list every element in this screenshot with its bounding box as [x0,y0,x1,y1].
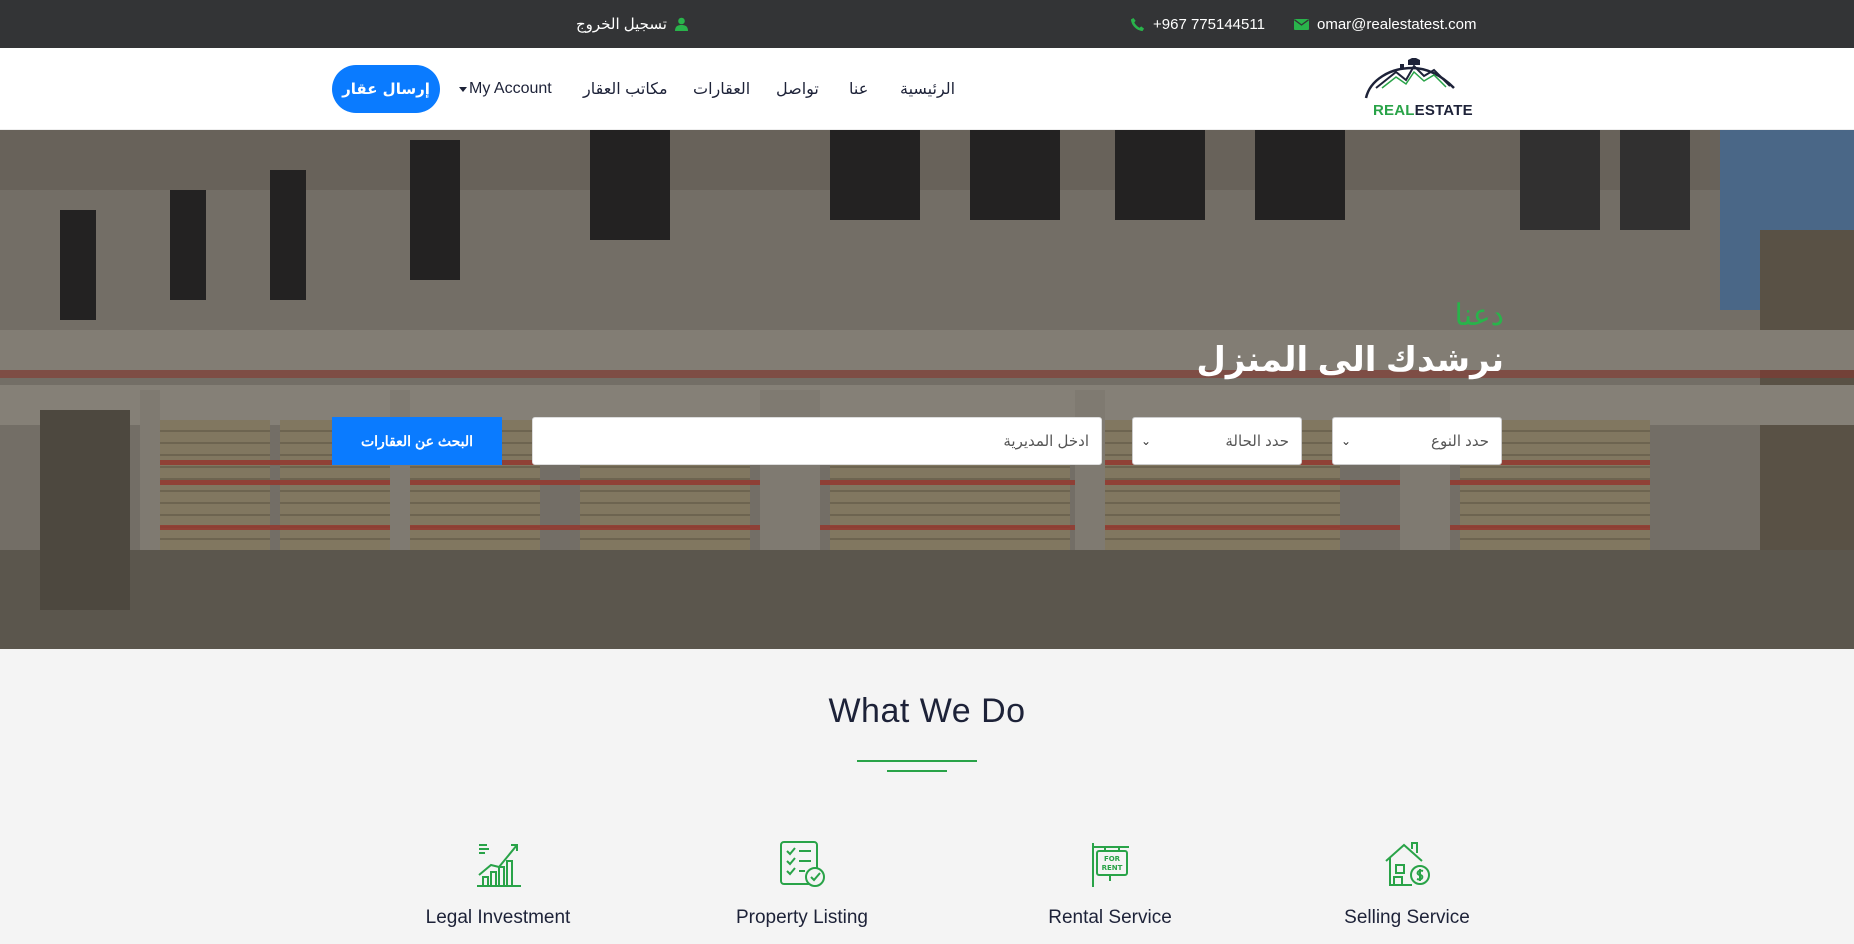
service-property-listing[interactable]: Property Listing [682,839,922,929]
service-label: Property Listing [735,907,868,928]
chevron-down-icon: ⌄ [1141,434,1152,448]
nav-about[interactable]: عنا [849,48,868,130]
property-status-select[interactable]: ⌄ حدد الحالة [1132,417,1302,465]
property-type-select[interactable]: ⌄ حدد النوع [1332,417,1502,465]
checklist-icon [777,839,827,889]
phone-icon [1130,17,1145,32]
hero-building-image [0,130,1854,649]
envelope-icon [1294,18,1309,30]
house-money-icon [1382,839,1432,889]
site-logo[interactable]: REALESTATE [1362,57,1473,120]
phone-contact[interactable]: +967 775144511 [1130,0,1265,48]
top-bar: تسجيل الخروج +967 775144511 omar@realest… [0,0,1854,48]
for-rent-sign-icon: FOR RENT [1085,839,1135,889]
what-we-do-section: What We Do Legal Investment Property Lis… [0,649,1854,944]
nav-home[interactable]: الرئيسية [900,48,955,130]
caret-down-icon [459,86,467,92]
growth-chart-icon [473,839,523,889]
logo-wordmark: REALESTATE [1373,102,1473,119]
nav-contact[interactable]: تواصل [776,48,819,130]
service-label: Legal Investment [425,907,571,928]
search-properties-button[interactable]: البحث عن العقارات [332,417,502,465]
service-rental[interactable]: FOR RENT Rental Service [990,839,1230,929]
submit-property-button[interactable]: إرسال عقار [332,65,440,113]
service-label: Rental Service [1048,907,1172,928]
district-input[interactable]: ادخل المديرية [532,417,1102,465]
email-contact[interactable]: omar@realestatest.com [1294,0,1476,48]
service-legal-investment[interactable]: Legal Investment [378,839,618,929]
house-roof-logo-icon [1364,57,1455,99]
service-label: Selling Service [1344,907,1470,928]
main-navbar: REALESTATE الرئيسية عنا تواصل العقارات م… [0,48,1854,130]
phone-number: +967 775144511 [1153,15,1265,33]
service-selling[interactable]: Selling Service [1287,839,1527,929]
svg-text:FOR: FOR [1104,855,1121,863]
logout-label: تسجيل الخروج [576,16,667,33]
svg-text:RENT: RENT [1102,864,1123,872]
title-divider [857,760,977,762]
user-icon [674,17,688,31]
hero-kicker: دعنا [1454,298,1504,333]
title-divider-short [887,770,947,772]
chevron-down-icon: ⌄ [1341,434,1352,448]
nav-properties[interactable]: العقارات [693,48,750,130]
nav-my-account-dropdown[interactable]: My Account [459,48,552,130]
nav-agencies[interactable]: مكاتب العقار [583,48,668,130]
logout-link[interactable]: تسجيل الخروج [576,0,688,48]
hero-headline: نرشدك الى المنزل [1196,341,1504,379]
hero-section: دعنا نرشدك الى المنزل ⌄ حدد النوع ⌄ حدد … [0,130,1854,649]
email-address: omar@realestatest.com [1317,15,1477,33]
section-title: What We Do [828,692,1026,730]
